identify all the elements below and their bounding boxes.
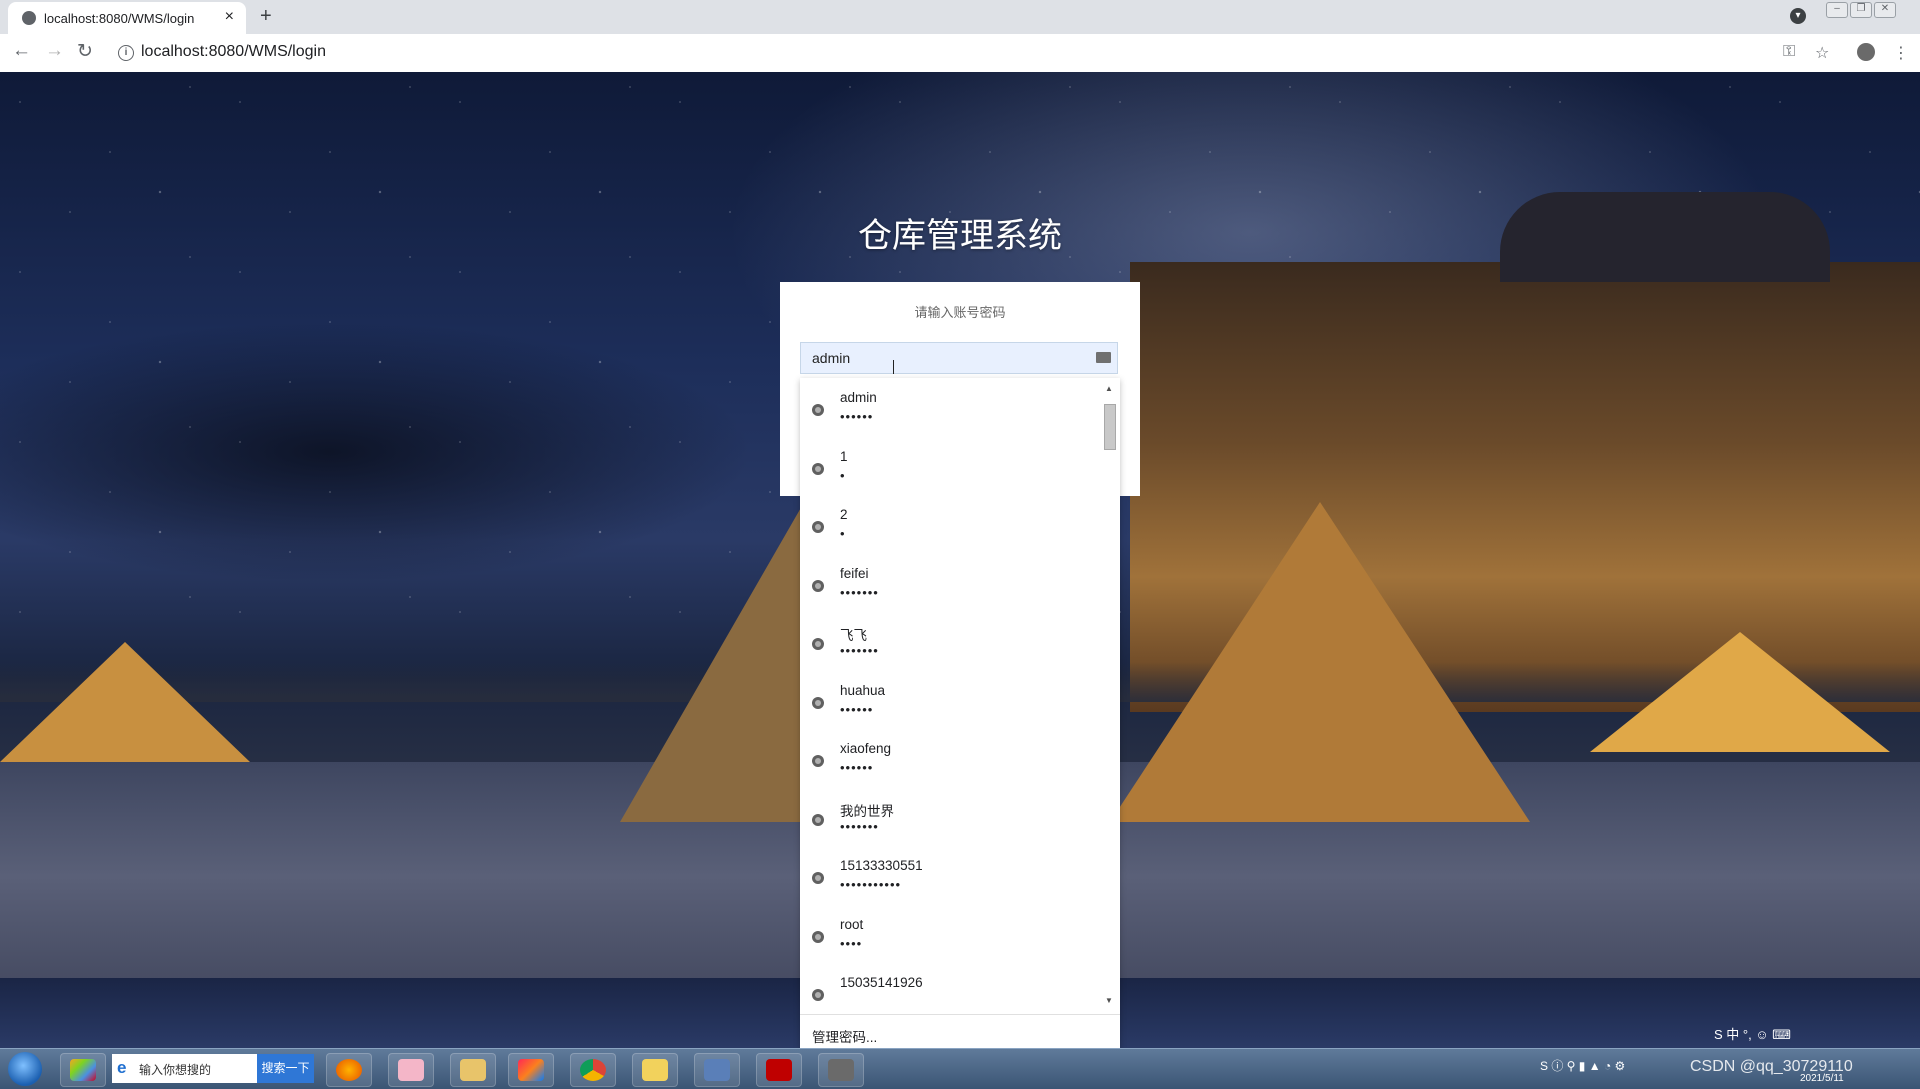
text-cursor [893, 360, 894, 374]
saved-username: 飞飞 [840, 628, 867, 643]
bookmark-star-icon[interactable]: ☆ [1815, 43, 1829, 63]
saved-password-mask: •••••• [840, 760, 874, 775]
tab-strip: localhost:8080/WMS/login × + ▾ – ❐ ✕ [0, 0, 1920, 34]
taskbar-app-firefox[interactable] [326, 1053, 372, 1087]
taskbar-search-placeholder: 输入你想搜的 [139, 1063, 212, 1077]
new-tab-button[interactable]: + [260, 5, 272, 28]
globe-icon [812, 872, 824, 884]
autofill-item[interactable]: 2 • [800, 501, 1100, 560]
saved-username: 我的世界 [840, 803, 894, 819]
saved-username: xiaofeng [840, 741, 892, 756]
saved-password-mask: •••••• [840, 701, 874, 717]
dropdown-footer: 管理密码... [800, 1014, 1120, 1049]
globe-icon [812, 989, 824, 1001]
taskbar-app-filezilla[interactable] [756, 1053, 802, 1087]
taskbar-app-folder[interactable] [632, 1053, 678, 1087]
saved-username: feifei [840, 565, 869, 581]
taskbar-search-button[interactable]: 搜索一下 [257, 1054, 314, 1083]
saved-username: huahua [840, 682, 886, 698]
autofill-item[interactable]: 15035141926 [800, 969, 1100, 1008]
reload-button[interactable]: ↻ [77, 40, 93, 63]
minimize-button[interactable]: – [1826, 2, 1848, 18]
saved-username: 2 [840, 507, 848, 522]
globe-icon [812, 404, 824, 416]
taskbar-app-intellij[interactable] [508, 1053, 554, 1087]
username-input[interactable] [800, 342, 1118, 374]
windows-taskbar: e 输入你想搜的 搜索一下 S ⓘ ⚲ ▮ ▲ ◔ ⚙ CSDN @qq_307… [0, 1048, 1920, 1089]
taskbar-app-chrome[interactable] [570, 1053, 616, 1087]
close-window-button[interactable]: ✕ [1874, 2, 1896, 18]
autofill-item[interactable]: root •••• [800, 911, 1100, 970]
autofill-item[interactable]: 1 • [800, 443, 1100, 502]
autofill-list: admin •••••• 1 • 2 • feifei ••••••• 飞飞 •… [800, 384, 1100, 1008]
autofill-item[interactable]: 我的世界 ••••••• [800, 794, 1100, 853]
saved-username: root [840, 916, 864, 932]
pyramid-image [0, 642, 250, 762]
autofill-item[interactable]: feifei ••••••• [800, 560, 1100, 619]
autofill-item[interactable]: 飞飞 ••••••• [800, 618, 1100, 677]
globe-icon [812, 521, 824, 533]
globe-icon [812, 462, 824, 475]
taskbar-app-colorful[interactable] [60, 1053, 106, 1087]
start-button[interactable] [8, 1052, 42, 1086]
globe-icon [812, 813, 824, 826]
back-button[interactable]: ← [12, 40, 31, 62]
taskbar-app-pink[interactable] [388, 1053, 434, 1087]
dropdown-scrollbar[interactable]: ▲ ▼ [1102, 384, 1116, 1006]
saved-password-mask: ••••••• [840, 643, 879, 658]
site-info-icon[interactable]: i [118, 45, 134, 61]
saved-username: 15133330551 [840, 858, 923, 873]
globe-icon [812, 638, 824, 650]
autofill-item[interactable]: admin •••••• [800, 384, 1100, 443]
scroll-up-arrow-icon[interactable]: ▲ [1105, 384, 1113, 393]
ie-icon: e [117, 1058, 127, 1077]
autofill-dropdown: admin •••••• 1 • 2 • feifei ••••••• 飞飞 •… [800, 378, 1120, 1048]
ime-status-bar[interactable]: S 中 °, ☺ ⌨ [1714, 1024, 1791, 1043]
system-title: 仓库管理系统 [858, 217, 1062, 255]
globe-icon [812, 696, 824, 709]
system-tray[interactable]: S ⓘ ⚲ ▮ ▲ ◔ ⚙ [1540, 1057, 1625, 1074]
saved-password-mask: •••• [840, 935, 863, 951]
tab-active[interactable]: localhost:8080/WMS/login × [8, 2, 246, 34]
globe-icon [812, 755, 824, 767]
autofill-item[interactable]: xiaofeng •••••• [800, 735, 1100, 794]
profile-avatar[interactable] [1857, 43, 1875, 61]
key-icon[interactable]: ⚿ [1783, 43, 1795, 61]
pyramid-image [1590, 632, 1890, 752]
tab-title: localhost:8080/WMS/login [44, 11, 195, 26]
scroll-down-arrow-icon[interactable]: ▼ [1105, 996, 1113, 1005]
taskbar-app-tool[interactable] [818, 1053, 864, 1087]
address-bar[interactable]: localhost:8080/WMS/login [141, 43, 326, 61]
saved-password-mask: • [840, 467, 846, 483]
palace-dome-image [1500, 192, 1830, 282]
saved-password-mask: ••••••• [840, 818, 879, 834]
saved-password-mask: ••••••• [840, 584, 879, 600]
browser-toolbar: ← → ↻ i localhost:8080/WMS/login ⚿ ☆ ⋮ [0, 34, 1920, 73]
saved-username: 15035141926 [840, 975, 923, 990]
site-favicon-icon [22, 11, 36, 25]
manage-passwords-link[interactable]: 管理密码... [812, 1026, 877, 1046]
scroll-thumb[interactable] [1104, 404, 1116, 450]
globe-icon [812, 930, 824, 943]
globe-icon [812, 579, 824, 592]
browser-menu-icon[interactable]: ⋮ [1893, 43, 1909, 63]
tab-search-icon[interactable]: ▾ [1790, 8, 1806, 24]
saved-username: admin [840, 390, 877, 405]
taskbar-app-network[interactable] [694, 1053, 740, 1087]
taskbar-search-box[interactable]: e 输入你想搜的 [112, 1054, 257, 1083]
saved-username: 1 [840, 448, 848, 464]
tab-close-button[interactable]: × [225, 8, 234, 26]
forward-button[interactable]: → [45, 40, 64, 62]
autofill-item[interactable]: 15133330551 ••••••••••• [800, 852, 1100, 911]
tray-date[interactable]: 2021/5/11 [1800, 1073, 1844, 1084]
login-prompt: 请输入账号密码 [914, 305, 1006, 320]
saved-password-mask: ••••••••••• [840, 877, 902, 892]
taskbar-app-explorer[interactable] [450, 1053, 496, 1087]
saved-password-mask: • [840, 526, 846, 541]
restore-button[interactable]: ❐ [1850, 2, 1872, 18]
saved-password-mask: •••••• [840, 409, 874, 424]
autofill-item[interactable]: huahua •••••• [800, 677, 1100, 736]
autofill-card-icon[interactable] [1096, 352, 1111, 363]
pyramid-image [1110, 502, 1530, 822]
